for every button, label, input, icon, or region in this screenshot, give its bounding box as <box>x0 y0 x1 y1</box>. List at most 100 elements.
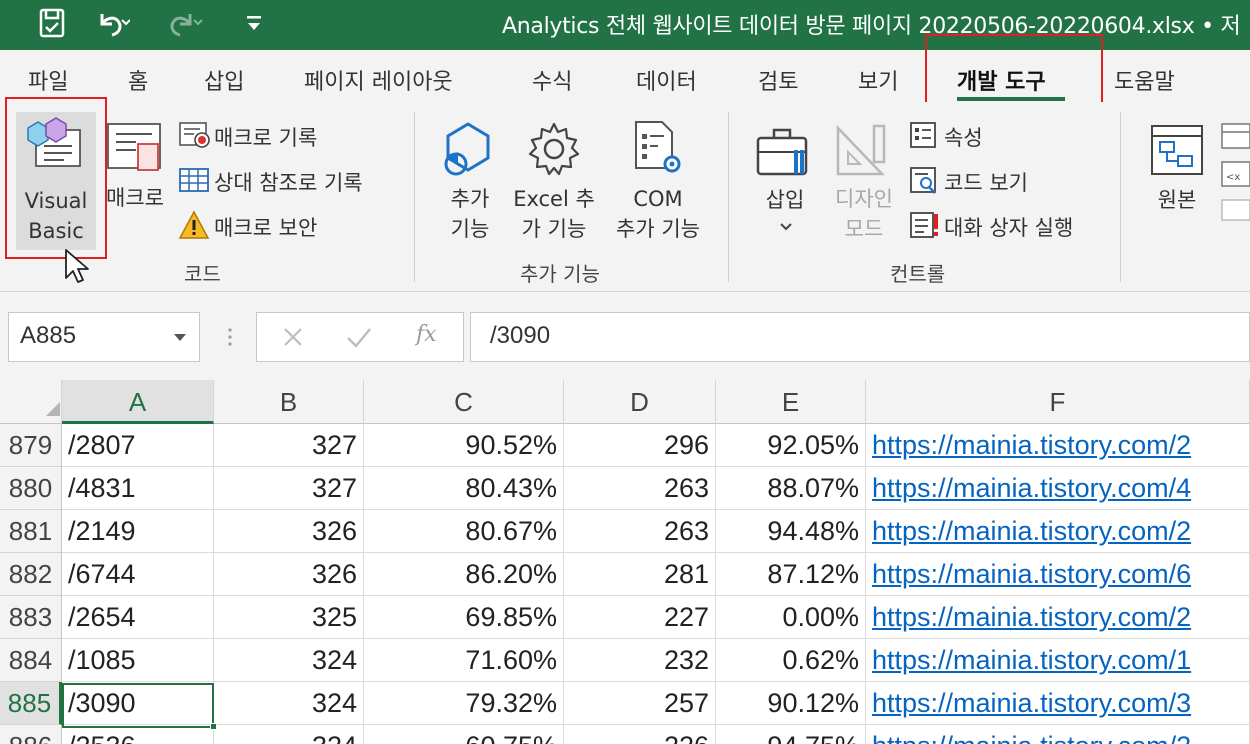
table-cell[interactable]: 92.05% <box>716 424 866 467</box>
tab-data[interactable]: 데이터 <box>636 64 697 96</box>
name-box-dropdown-icon[interactable] <box>172 328 188 347</box>
table-cell[interactable]: 327 <box>214 467 364 510</box>
warning-icon <box>178 210 210 244</box>
tab-view[interactable]: 보기 <box>858 64 898 96</box>
table-cell[interactable]: 327 <box>214 424 364 467</box>
row-header[interactable]: 883 <box>0 596 62 639</box>
table-cell[interactable]: 0.62% <box>716 639 866 682</box>
table-cell[interactable]: 232 <box>564 639 716 682</box>
formula-bar-grip-icon <box>226 322 234 356</box>
properties-icon <box>908 120 938 154</box>
cancel-entry-icon[interactable] <box>280 324 306 354</box>
excel-addins-button[interactable]: Excel 추 가 기능 <box>508 184 600 244</box>
column-header-d[interactable]: D <box>564 380 716 424</box>
table-cell[interactable]: 326 <box>214 553 364 596</box>
table-cell[interactable]: 0.00% <box>716 596 866 639</box>
xml-map-properties-icon: <x <box>1218 122 1250 226</box>
xml-source-button[interactable]: 원본 <box>1146 184 1208 214</box>
table-cell[interactable]: 281 <box>564 553 716 596</box>
url-link-cell[interactable]: https://mainia.tistory.com/2 <box>866 725 1250 744</box>
table-cell[interactable]: /2807 <box>62 424 214 467</box>
relative-reference-button[interactable]: 상대 참조로 기록 <box>214 167 363 197</box>
row-header[interactable]: 886 <box>0 725 62 744</box>
fill-handle[interactable] <box>210 723 217 730</box>
row-header[interactable]: 879 <box>0 424 62 467</box>
url-link-cell[interactable]: https://mainia.tistory.com/3 <box>866 682 1250 725</box>
tab-insert[interactable]: 삽입 <box>204 64 244 96</box>
customize-quick-access-icon[interactable] <box>244 10 264 38</box>
url-link-cell[interactable]: https://mainia.tistory.com/2 <box>866 510 1250 553</box>
table-cell[interactable]: /2654 <box>62 596 214 639</box>
row-header[interactable]: 882 <box>0 553 62 596</box>
tab-page-layout[interactable]: 페이지 레이아웃 <box>304 64 453 96</box>
macros-button[interactable]: 매크로 <box>106 182 164 212</box>
column-header-f[interactable]: F <box>866 380 1250 424</box>
run-dialog-button[interactable]: 대화 상자 실행 <box>944 212 1073 242</box>
url-link-cell[interactable]: https://mainia.tistory.com/1 <box>866 639 1250 682</box>
table-cell[interactable]: 90.12% <box>716 682 866 725</box>
undo-icon[interactable] <box>92 8 130 40</box>
column-header-b[interactable]: B <box>214 380 364 424</box>
properties-button[interactable]: 속성 <box>944 122 983 152</box>
table-cell[interactable]: 226 <box>564 725 716 744</box>
row-header-selected[interactable]: 885 <box>0 682 62 725</box>
tab-home[interactable]: 홈 <box>128 64 148 96</box>
tab-review[interactable]: 검토 <box>758 64 798 96</box>
active-cell-border <box>62 683 214 728</box>
autosave-icon[interactable] <box>36 6 70 42</box>
table-cell[interactable]: 296 <box>564 424 716 467</box>
table-cell[interactable]: 80.43% <box>364 467 564 510</box>
confirm-entry-icon[interactable] <box>344 324 374 354</box>
com-addins-button[interactable]: COM 추가 기능 <box>606 184 710 244</box>
table-cell[interactable]: 87.12% <box>716 553 866 596</box>
addins-button[interactable]: 추가 기능 <box>432 184 508 244</box>
table-cell[interactable]: 263 <box>564 510 716 553</box>
redo-icon[interactable] <box>164 8 204 40</box>
design-mode-icon <box>834 122 892 184</box>
table-cell[interactable]: 94.48% <box>716 510 866 553</box>
table-cell[interactable]: 69.85% <box>364 596 564 639</box>
row-header[interactable]: 880 <box>0 467 62 510</box>
macro-security-button[interactable]: 매크로 보안 <box>214 212 317 242</box>
url-link-cell[interactable]: https://mainia.tistory.com/2 <box>866 596 1250 639</box>
insert-controls-button[interactable]: 삽입 <box>752 184 818 214</box>
table-cell[interactable]: 324 <box>214 639 364 682</box>
column-header-a[interactable]: A <box>62 380 214 424</box>
select-all-triangle-icon <box>44 400 62 422</box>
design-mode-button[interactable]: 디자인 모드 <box>826 184 902 244</box>
row-header[interactable]: 881 <box>0 510 62 553</box>
table-cell[interactable]: 324 <box>214 682 364 725</box>
table-cell[interactable]: 326 <box>214 510 364 553</box>
table-cell[interactable]: 90.52% <box>364 424 564 467</box>
tab-formulas[interactable]: 수식 <box>532 64 572 96</box>
table-cell[interactable]: 71.60% <box>364 639 564 682</box>
column-header-e[interactable]: E <box>716 380 866 424</box>
table-cell[interactable]: 79.32% <box>364 682 564 725</box>
table-cell[interactable]: 227 <box>564 596 716 639</box>
table-cell[interactable]: 325 <box>214 596 364 639</box>
table-cell[interactable]: 257 <box>564 682 716 725</box>
view-code-button[interactable]: 코드 보기 <box>944 167 1028 197</box>
tab-file[interactable]: 파일 <box>28 64 68 96</box>
url-link-cell[interactable]: https://mainia.tistory.com/2 <box>866 424 1250 467</box>
column-header-c[interactable]: C <box>364 380 564 424</box>
row-header[interactable]: 884 <box>0 639 62 682</box>
formula-input[interactable] <box>470 312 1250 362</box>
table-cell[interactable]: 94.75% <box>716 725 866 744</box>
table-cell[interactable]: 80.67% <box>364 510 564 553</box>
group-separator <box>1120 112 1121 282</box>
table-cell[interactable]: /1085 <box>62 639 214 682</box>
record-macro-button[interactable]: 매크로 기록 <box>214 122 317 152</box>
url-link-cell[interactable]: https://mainia.tistory.com/4 <box>866 467 1250 510</box>
table-cell[interactable]: /6744 <box>62 553 214 596</box>
table-cell[interactable]: 263 <box>564 467 716 510</box>
url-link-cell[interactable]: https://mainia.tistory.com/6 <box>866 553 1250 596</box>
table-cell[interactable]: 60.75% <box>364 725 564 744</box>
table-cell[interactable]: 88.07% <box>716 467 866 510</box>
table-cell[interactable]: /2149 <box>62 510 214 553</box>
insert-function-icon[interactable]: fx <box>416 322 437 347</box>
table-cell[interactable]: 86.20% <box>364 553 564 596</box>
table-cell[interactable]: /4831 <box>62 467 214 510</box>
table-cell[interactable]: 324 <box>214 725 364 744</box>
tab-help[interactable]: 도움말 <box>1114 64 1175 96</box>
